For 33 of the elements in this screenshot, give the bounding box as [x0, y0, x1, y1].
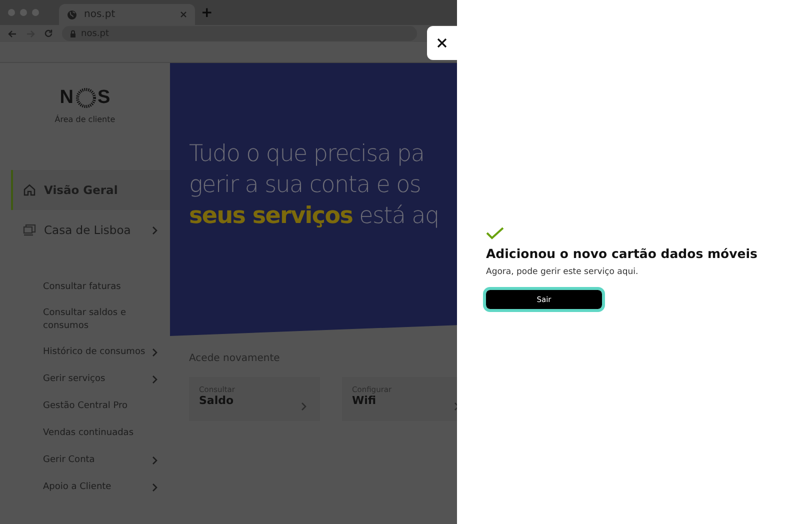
hero-heading: Tudo o que precisa pa gerir a sua conta e os seus serviços está aq	[189, 140, 440, 231]
success-title: Adicionou o novo cartão dados móveis	[486, 246, 758, 261]
sidebar-item[interactable]: Consultar saldos e consumos	[11, 301, 170, 339]
check-icon	[486, 227, 504, 240]
logo[interactable]: N S	[60, 87, 110, 109]
sidebar-item[interactable]: Gerir serviços	[11, 366, 170, 393]
lock-icon	[70, 30, 76, 38]
chevron-icon	[152, 456, 158, 465]
chevron-icon	[152, 483, 158, 492]
chevron-icon	[301, 402, 307, 411]
reload-icon[interactable]	[44, 29, 53, 38]
chevron-icon	[152, 348, 158, 357]
logo-subtitle: Área de cliente	[54, 115, 116, 124]
sidebar-item[interactable]: Apoio a Cliente	[11, 474, 170, 501]
sidebar-item[interactable]: Vendas continuadas	[11, 420, 170, 447]
card-title: Wifi	[352, 394, 376, 407]
chevron-icon	[152, 226, 158, 234]
sidebar-item[interactable]: Histórico de consumos	[11, 339, 170, 366]
globe-icon	[67, 10, 77, 20]
close-icon	[437, 38, 447, 48]
card-title: Saldo	[199, 394, 234, 407]
home-icon	[23, 184, 36, 196]
sidebar-item[interactable]: Gestão Central Pro	[11, 393, 170, 420]
monitor-icon	[23, 224, 36, 236]
sidebar-item[interactable]: Consultar faturas	[11, 274, 170, 301]
close-icon[interactable]	[180, 11, 187, 18]
success-message: Agora, pode gerir este serviço aqui.	[486, 267, 640, 277]
close-button[interactable]	[427, 26, 457, 60]
sidebar-item[interactable]: Casa de Lisboa	[11, 210, 170, 250]
sidebar-item[interactable]: Gerir Conta	[11, 447, 170, 474]
back-icon[interactable]	[8, 30, 17, 38]
new-tab-button[interactable]: +	[201, 4, 213, 20]
chevron-icon	[152, 375, 158, 384]
